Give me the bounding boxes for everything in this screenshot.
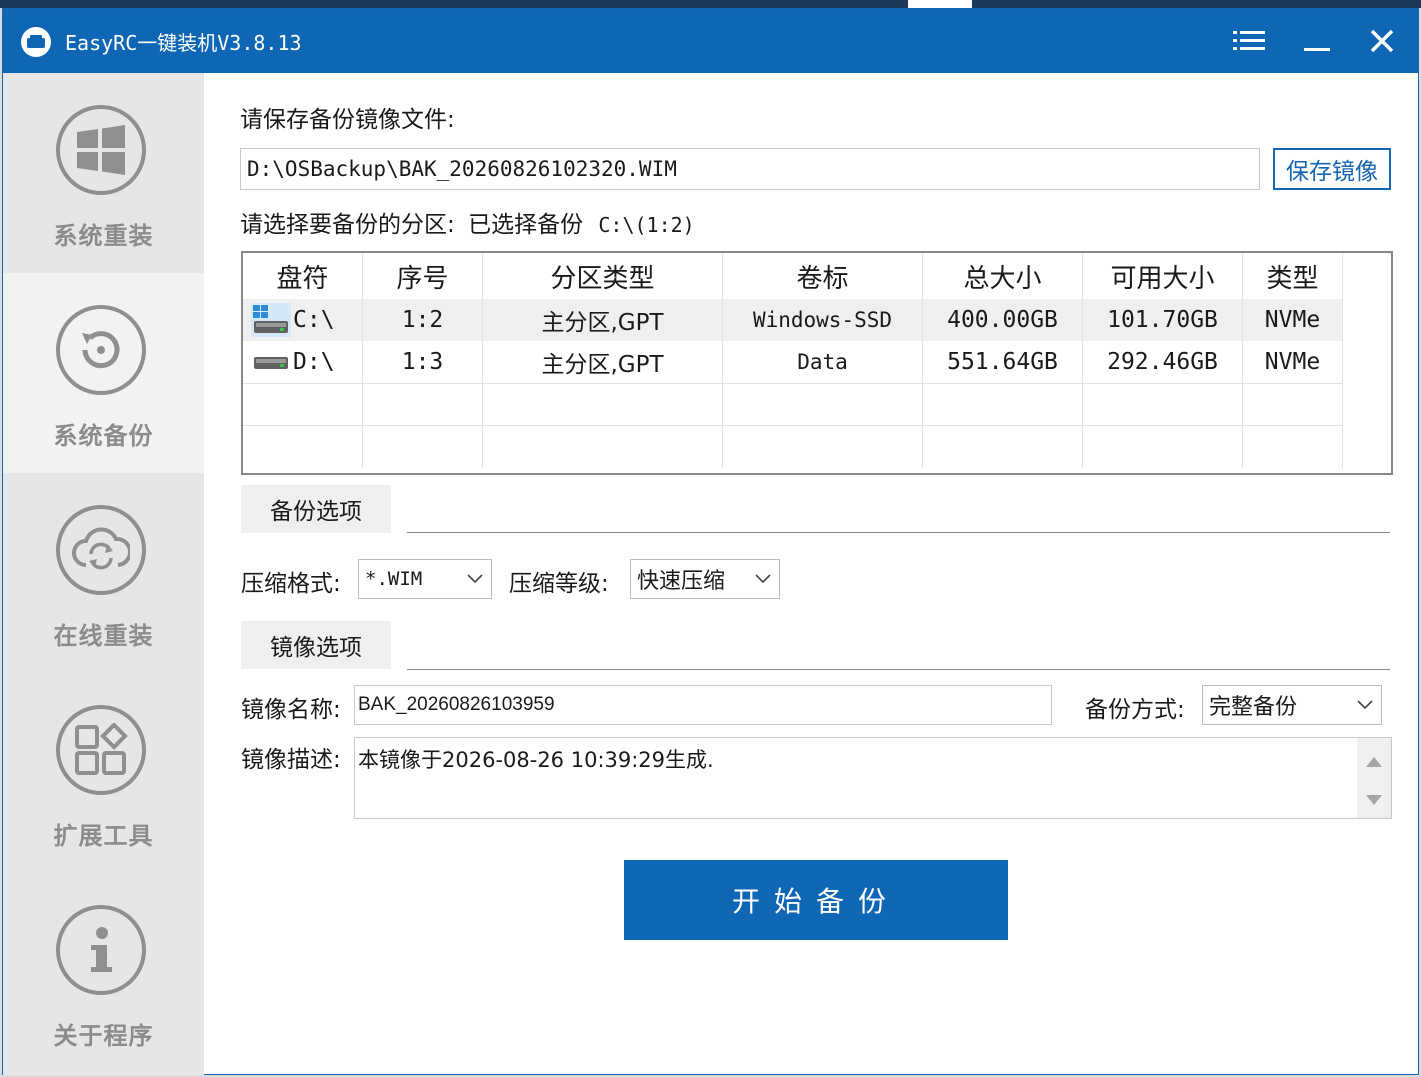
start-backup-button[interactable]: 开始备份	[624, 860, 1008, 940]
compress-format-label: 压缩格式:	[241, 571, 341, 597]
table-row-empty	[243, 425, 1343, 468]
partition-select-label: 请选择要备份的分区: 已选择备份 C:\(1:2)	[240, 212, 695, 238]
save-path-input[interactable]: D:\OSBackup\BAK_20260826102320.WIM	[240, 148, 1260, 190]
column-header[interactable]: 序号	[363, 253, 483, 299]
image-name-label: 镜像名称:	[241, 697, 341, 723]
sidebar-item-label: 在线重装	[53, 622, 154, 650]
sidebar-item-system-backup[interactable]: 系统备份	[3, 273, 204, 473]
info-icon	[56, 905, 146, 995]
volume-label: Windows-SSD	[723, 299, 923, 341]
drive-letter: D:\	[293, 349, 335, 375]
section-divider	[407, 669, 1390, 670]
partition-index: 1:2	[363, 299, 483, 341]
sidebar-item-label: 扩展工具	[53, 822, 154, 850]
total-size: 400.00GB	[923, 299, 1083, 341]
partition-type: 主分区,GPT	[483, 341, 723, 383]
window-title: EasyRC一键装机V3.8.13	[65, 31, 302, 55]
column-header[interactable]: 总大小	[923, 253, 1083, 299]
chevron-down-icon	[1357, 686, 1373, 724]
partition-type: 主分区,GPT	[483, 299, 723, 341]
drive-icon	[251, 345, 291, 379]
total-size: 551.64GB	[923, 341, 1083, 383]
section-divider	[407, 532, 1390, 533]
backup-restore-icon	[56, 305, 146, 395]
backup-mode-label: 备份方式:	[1085, 697, 1185, 723]
drive-letter: C:\	[293, 307, 335, 333]
selected-partition-prefix: 已选择备份	[468, 212, 584, 238]
column-header[interactable]: 可用大小	[1083, 253, 1243, 299]
save-image-label: 请保存备份镜像文件:	[240, 107, 455, 133]
windows-drive-icon	[251, 303, 291, 337]
partition-index: 1:3	[363, 341, 483, 383]
column-header[interactable]: 卷标	[723, 253, 923, 299]
backup-options-section-title: 备份选项	[241, 485, 391, 533]
table-row[interactable]: C:\ 1:2 主分区,GPT Windows-SSD 400.00GB 101…	[243, 299, 1343, 341]
app-window: EasyRC一键装机V3.8.13 系统重装 系统备份 在线重装 扩展工具 关于…	[2, 8, 1419, 1075]
title-bar: EasyRC一键装机V3.8.13	[3, 9, 1418, 73]
sidebar-item-label: 系统重装	[53, 222, 154, 250]
compress-level-select[interactable]: 快速压缩	[630, 559, 780, 599]
chevron-down-icon	[755, 560, 771, 598]
background-taskbar-strip	[0, 0, 1421, 8]
scroll-up-icon[interactable]	[1366, 752, 1382, 771]
free-size: 292.46GB	[1083, 341, 1243, 383]
save-image-button[interactable]: 保存镜像	[1273, 148, 1391, 190]
sidebar-item-label: 关于程序	[53, 1022, 154, 1050]
sidebar-item-extended-tools[interactable]: 扩展工具	[3, 673, 204, 873]
main-panel: 请保存备份镜像文件: D:\OSBackup\BAK_2026082610232…	[204, 73, 1418, 1075]
compress-format-select[interactable]: *.WIM	[358, 559, 492, 599]
image-description-textarea[interactable]: 本镜像于2026-08-26 10:39:29生成.	[354, 737, 1392, 819]
sidebar-item-system-reinstall[interactable]: 系统重装	[3, 73, 204, 273]
selected-partition-value: C:\(1:2)	[598, 213, 695, 237]
column-header[interactable]: 分区类型	[483, 253, 723, 299]
bus-type: NVMe	[1243, 341, 1343, 383]
image-name-input[interactable]: BAK_20260826103959	[354, 685, 1052, 725]
image-description-label: 镜像描述:	[241, 747, 341, 773]
scroll-down-icon[interactable]	[1366, 792, 1382, 811]
app-logo-icon	[21, 27, 51, 57]
table-header: 盘符 序号 分区类型 卷标 总大小 可用大小 类型	[243, 253, 1391, 299]
close-button[interactable]	[1364, 23, 1400, 59]
windows-icon	[56, 105, 146, 195]
backup-mode-select[interactable]: 完整备份	[1202, 685, 1382, 725]
column-header[interactable]: 盘符	[243, 253, 363, 299]
chevron-down-icon	[467, 560, 483, 598]
compress-level-label: 压缩等级:	[509, 571, 609, 597]
cloud-sync-icon	[56, 505, 146, 595]
sidebar-item-about[interactable]: 关于程序	[3, 873, 204, 1073]
free-size: 101.70GB	[1083, 299, 1243, 341]
sidebar-item-label: 系统备份	[53, 422, 154, 450]
apps-grid-icon	[56, 705, 146, 795]
sidebar-item-online-reinstall[interactable]: 在线重装	[3, 473, 204, 673]
volume-label: Data	[723, 341, 923, 383]
column-header[interactable]: 类型	[1243, 253, 1343, 299]
table-row-empty	[243, 383, 1343, 426]
sidebar: 系统重装 系统备份 在线重装 扩展工具 关于程序	[3, 73, 204, 1075]
menu-icon[interactable]	[1231, 23, 1267, 59]
description-scrollbar[interactable]	[1357, 738, 1391, 818]
image-options-section-title: 镜像选项	[241, 621, 391, 669]
bus-type: NVMe	[1243, 299, 1343, 341]
partition-table[interactable]: 盘符 序号 分区类型 卷标 总大小 可用大小 类型 C:\ 1:2 主分区,GP…	[241, 251, 1393, 475]
table-row[interactable]: D:\ 1:3 主分区,GPT Data 551.64GB 292.46GB N…	[243, 341, 1343, 383]
minimize-button[interactable]	[1299, 23, 1335, 59]
